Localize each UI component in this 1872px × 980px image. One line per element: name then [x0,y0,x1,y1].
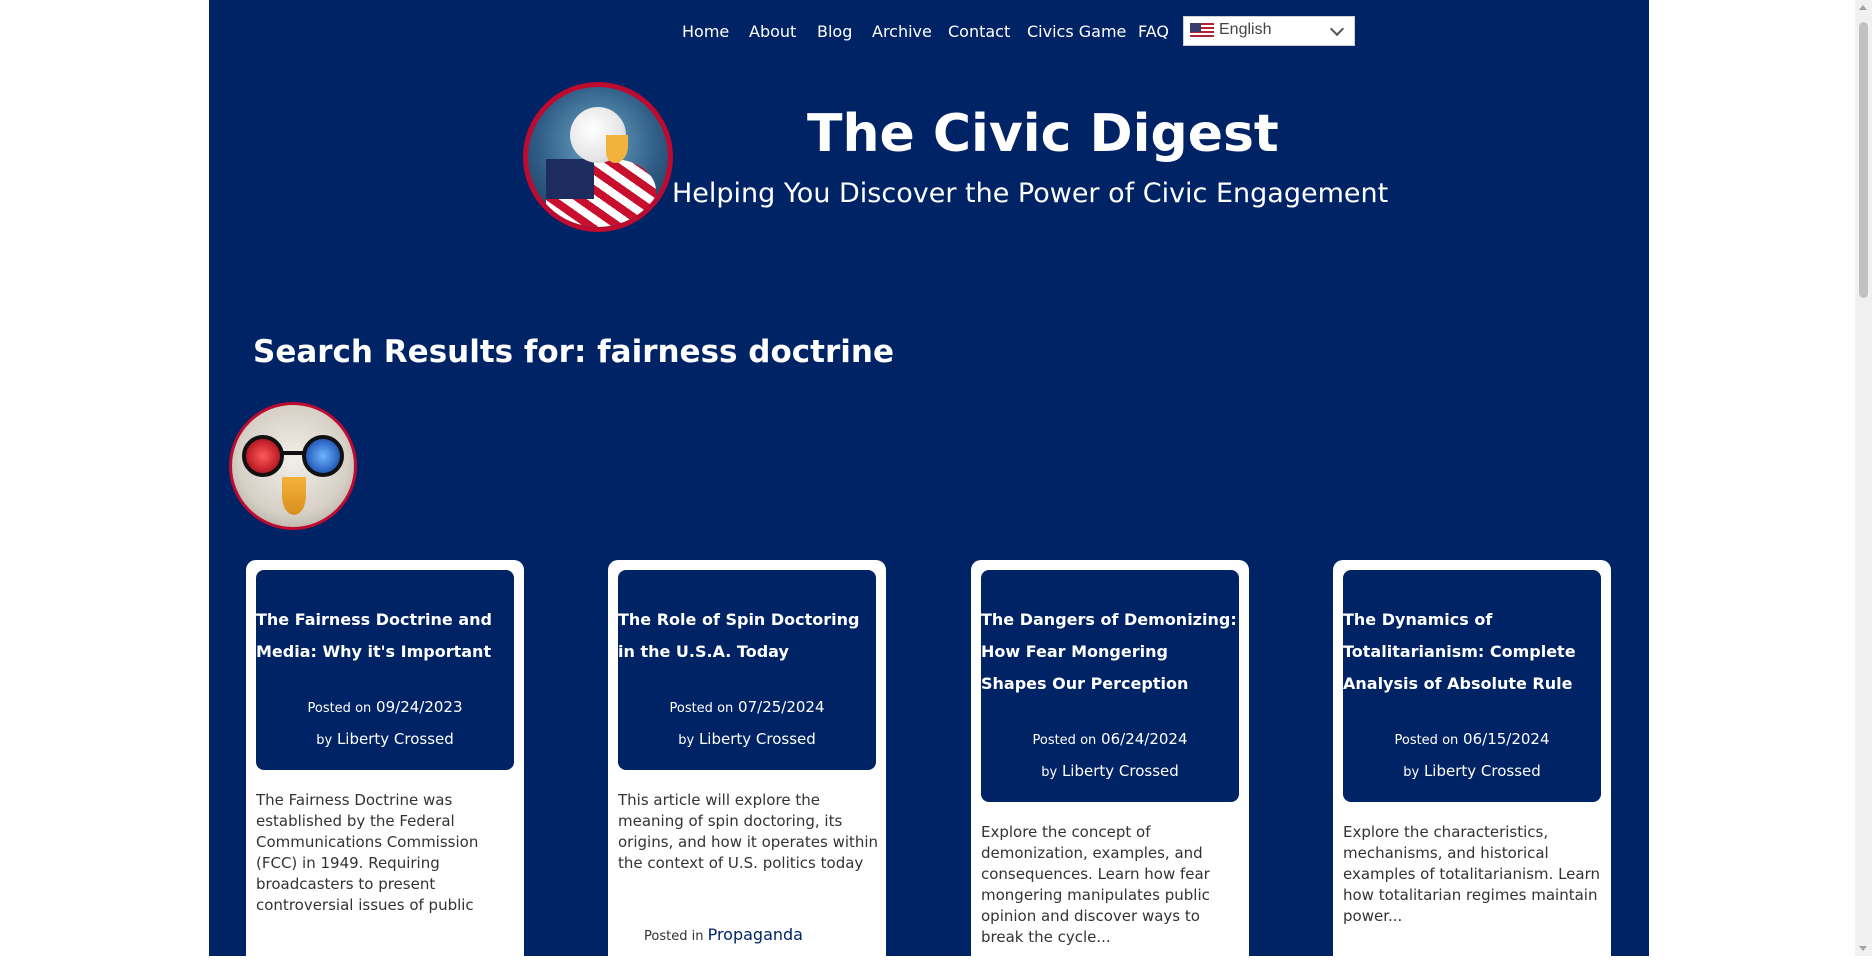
nav-archive[interactable]: Archive [872,22,932,41]
post-excerpt: Explore the concept of demonization, exa… [981,823,1210,946]
post-author[interactable]: Liberty Crossed [1424,762,1541,780]
scroll-up-icon[interactable] [1859,5,1867,10]
by-label: by [1403,765,1420,780]
by-label: by [678,733,695,748]
post-title[interactable]: The Dangers of Demonizing: How Fear Mong… [981,570,1239,700]
page-container: Home About Blog Archive Contact Civics G… [209,0,1649,980]
post-category: Posted in Propaganda [644,925,803,944]
nav-blog[interactable]: Blog [817,22,852,41]
site-tagline: Helping You Discover the Power of Civic … [672,178,1389,209]
post-date: 06/24/2024 [1101,730,1188,748]
language-label: English [1219,21,1272,38]
post-author[interactable]: Liberty Crossed [1062,762,1179,780]
vertical-scrollbar[interactable] [1855,0,1872,956]
eagle-avatar-image [229,402,357,530]
language-select[interactable]: English [1183,16,1355,46]
post-card-header: The Dangers of Demonizing: How Fear Mong… [981,570,1239,802]
search-results-heading: Search Results for: fairness doctrine [253,334,894,370]
post-meta: Posted on 07/25/2024 by Liberty Crossed [618,668,876,770]
by-label: by [1041,765,1058,780]
post-card: The Role of Spin Doctoring in the U.S.A.… [608,560,886,980]
post-date: 07/25/2024 [738,698,825,716]
post-meta: Posted on 09/24/2023 by Liberty Crossed [256,668,514,770]
scroll-down-icon[interactable] [1859,946,1867,951]
by-label: by [316,733,333,748]
chevron-down-icon [1329,21,1345,37]
nav-faq[interactable]: FAQ [1138,22,1169,41]
post-meta: Posted on 06/15/2024 by Liberty Crossed [1343,700,1601,802]
post-author[interactable]: Liberty Crossed [337,730,454,748]
us-flag-icon [1190,23,1214,39]
category-link[interactable]: Propaganda [708,925,803,944]
posted-on-label: Posted on [1394,733,1459,748]
post-excerpt: Explore the characteristics, mechanisms,… [1343,823,1600,925]
post-title[interactable]: The Role of Spin Doctoring in the U.S.A.… [618,570,876,668]
post-date: 09/24/2023 [376,698,463,716]
scrollbar-thumb[interactable] [1859,22,1868,298]
nav-contact[interactable]: Contact [948,22,1010,41]
post-card-header: The Dynamics of Totalitarianism: Complet… [1343,570,1601,802]
post-meta: Posted on 06/24/2024 by Liberty Crossed [981,700,1239,802]
posted-on-label: Posted on [307,701,372,716]
nav-about[interactable]: About [749,22,796,41]
post-card: The Dangers of Demonizing: How Fear Mong… [971,560,1249,980]
posted-on-label: Posted on [1032,733,1097,748]
post-date: 06/15/2024 [1463,730,1550,748]
post-card: The Fairness Doctrine and Media: Why it'… [246,560,524,980]
post-card-header: The Fairness Doctrine and Media: Why it'… [256,570,514,770]
post-card: The Dynamics of Totalitarianism: Complet… [1333,560,1611,980]
post-title[interactable]: The Fairness Doctrine and Media: Why it'… [256,570,514,668]
post-author[interactable]: Liberty Crossed [699,730,816,748]
post-card-header: The Role of Spin Doctoring in the U.S.A.… [618,570,876,770]
site-logo[interactable] [523,82,673,232]
post-excerpt: The Fairness Doctrine was established by… [256,791,479,914]
posted-on-label: Posted on [669,701,734,716]
nav-home[interactable]: Home [682,22,729,41]
post-title[interactable]: The Dynamics of Totalitarianism: Complet… [1343,570,1601,700]
post-excerpt: This article will explore the meaning of… [618,791,879,872]
nav-civics-game[interactable]: Civics Game [1027,22,1126,41]
posted-in-label: Posted in [644,929,704,944]
site-title[interactable]: The Civic Digest [807,104,1279,164]
main-nav: Home About Blog Archive Contact Civics G… [209,18,1649,48]
